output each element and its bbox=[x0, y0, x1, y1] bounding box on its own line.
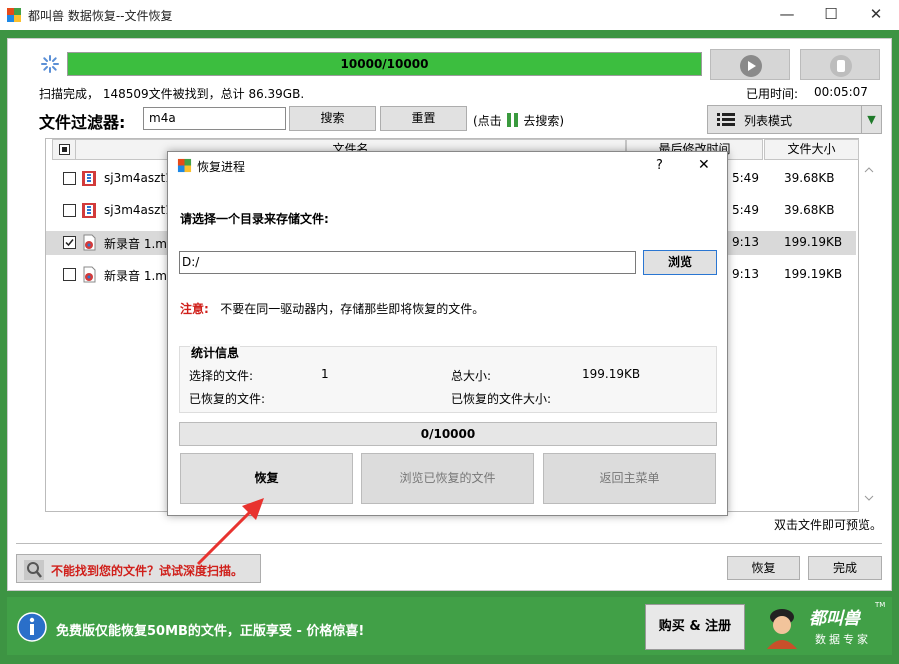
chevron-down-icon[interactable]: ▼ bbox=[861, 106, 881, 133]
finish-button[interactable]: 完成 bbox=[808, 556, 882, 580]
magnifier-icon bbox=[24, 560, 44, 580]
help-icon[interactable]: ? bbox=[656, 158, 663, 173]
browse-button[interactable]: 浏览 bbox=[643, 250, 717, 275]
view-mode-label: 列表模式 bbox=[744, 114, 793, 128]
column-header-size[interactable]: 文件大小 bbox=[764, 139, 859, 160]
row-checkbox[interactable] bbox=[63, 172, 76, 185]
file-name: 新录音 1.m4 bbox=[104, 269, 175, 283]
search-hint: (点击 去搜索) bbox=[473, 113, 565, 128]
row-checkbox[interactable] bbox=[63, 204, 76, 217]
warning-note: 注意: 不要在同一驱动器内，存储那些即将恢复的文件。 bbox=[180, 300, 484, 317]
archive-file-icon bbox=[82, 171, 96, 186]
preview-hint: 双击文件即可预览。 bbox=[774, 518, 883, 532]
file-size: 39.68KB bbox=[784, 171, 835, 185]
app-logo-icon bbox=[7, 8, 21, 22]
scrollbar[interactable] bbox=[860, 161, 878, 511]
loading-spinner-icon bbox=[41, 55, 59, 73]
divider bbox=[16, 543, 882, 544]
scan-progress-text: 10000/10000 bbox=[340, 57, 429, 71]
app-window: 都叫兽 数据恢复--文件恢复 — ☐ ✕ 10000/10000 扫描完成， 1… bbox=[0, 0, 899, 664]
stop-hand-icon bbox=[830, 55, 852, 77]
file-name: 新录音 1.m4 bbox=[104, 237, 175, 251]
file-size: 199.19KB bbox=[784, 235, 843, 249]
stats-panel: 统计信息 选择的文件: 1 总大小: 199.19KB 已恢复的文件: 已恢复的… bbox=[179, 344, 717, 413]
warning-label: 注意: bbox=[180, 302, 209, 316]
selected-files-value: 1 bbox=[321, 367, 329, 381]
recovered-files-label: 已恢复的文件: bbox=[189, 392, 266, 406]
logo-title: 都叫兽 bbox=[809, 609, 860, 629]
logo-tm: TM bbox=[875, 601, 886, 609]
buy-register-button[interactable]: 购买 & 注册 bbox=[645, 604, 745, 650]
dialog-logo-icon bbox=[177, 158, 192, 173]
scroll-down-icon[interactable] bbox=[864, 495, 874, 501]
filter-input[interactable]: m4a bbox=[143, 107, 286, 130]
search-button[interactable]: 搜索 bbox=[289, 106, 376, 131]
row-checkbox-checked[interactable] bbox=[63, 236, 76, 249]
file-size: 199.19KB bbox=[784, 267, 843, 281]
total-size-value: 199.19KB bbox=[582, 367, 641, 381]
select-all-checkbox[interactable] bbox=[52, 139, 76, 160]
filter-label: 文件过滤器: bbox=[39, 113, 126, 132]
file-time: 9:13 bbox=[732, 235, 759, 249]
browse-recovered-button[interactable]: 浏览已恢复的文件 bbox=[361, 453, 534, 504]
mascot-icon bbox=[767, 609, 797, 649]
recovered-size-label: 已恢复的文件大小: bbox=[451, 392, 552, 406]
scan-progress-bar: 10000/10000 bbox=[67, 52, 702, 76]
promo-banner: 免费版仅能恢复50MB的文件，正版享受 - 价格惊喜! 购买 & 注册 都叫兽 … bbox=[7, 597, 892, 655]
selected-files-label: 选择的文件: bbox=[189, 369, 254, 383]
title-bar: 都叫兽 数据恢复--文件恢复 — ☐ ✕ bbox=[0, 0, 899, 30]
file-name: sj3m4aszt1 bbox=[104, 203, 173, 217]
play-icon bbox=[740, 55, 762, 77]
recover-button[interactable]: 恢复 bbox=[727, 556, 800, 580]
elapsed-value: 00:05:07 bbox=[814, 85, 868, 99]
minimize-button[interactable]: — bbox=[764, 0, 810, 30]
archive-file-icon bbox=[82, 203, 96, 218]
file-time: 9:13 bbox=[732, 267, 759, 281]
brand-logo: 都叫兽 TM 数据专家 bbox=[759, 601, 887, 651]
logo-subtitle: 数据专家 bbox=[815, 633, 871, 646]
reset-button[interactable]: 重置 bbox=[380, 106, 467, 131]
promo-text: 免费版仅能恢复50MB的文件，正版享受 - 价格惊喜! bbox=[56, 624, 365, 639]
play-button[interactable] bbox=[710, 49, 790, 80]
directory-prompt: 请选择一个目录来存储文件: bbox=[180, 212, 329, 226]
view-mode-select[interactable]: 列表模式 ▼ bbox=[707, 105, 882, 134]
audio-file-icon bbox=[83, 266, 96, 283]
file-time: 5:49 bbox=[732, 171, 759, 185]
list-icon bbox=[717, 113, 735, 126]
info-icon bbox=[17, 612, 47, 642]
stats-title: 统计信息 bbox=[190, 344, 241, 361]
file-size: 39.68KB bbox=[784, 203, 835, 217]
audio-file-icon bbox=[83, 234, 96, 251]
dialog-close-button[interactable]: ✕ bbox=[698, 157, 710, 173]
row-checkbox[interactable] bbox=[63, 268, 76, 281]
scan-status: 扫描完成， 148509文件被找到，总计 86.39GB. bbox=[39, 87, 305, 101]
save-path-input[interactable]: D:/ bbox=[179, 251, 636, 274]
window-title: 都叫兽 数据恢复--文件恢复 bbox=[28, 9, 173, 23]
file-name: sj3m4aszt1 bbox=[104, 171, 173, 185]
return-main-menu-button[interactable]: 返回主菜单 bbox=[543, 453, 716, 504]
warning-text: 不要在同一驱动器内，存储那些即将恢复的文件。 bbox=[220, 302, 485, 316]
stop-button[interactable] bbox=[800, 49, 880, 80]
recovery-progress-bar: 0/10000 bbox=[179, 422, 717, 446]
dialog-title: 恢复进程 bbox=[197, 160, 246, 174]
file-time: 5:49 bbox=[732, 203, 759, 217]
elapsed-label: 已用时间: 00:05:07 bbox=[746, 85, 868, 101]
total-size-label: 总大小: bbox=[451, 369, 492, 383]
pause-icon bbox=[506, 113, 518, 127]
maximize-button[interactable]: ☐ bbox=[808, 0, 854, 30]
close-button[interactable]: ✕ bbox=[853, 0, 899, 30]
recovery-dialog: 恢复进程 ? ✕ 请选择一个目录来存储文件: D:/ 浏览 注意: 不要在同一驱… bbox=[167, 151, 728, 516]
scroll-up-icon[interactable] bbox=[864, 167, 874, 173]
annotation-arrow bbox=[196, 498, 264, 566]
